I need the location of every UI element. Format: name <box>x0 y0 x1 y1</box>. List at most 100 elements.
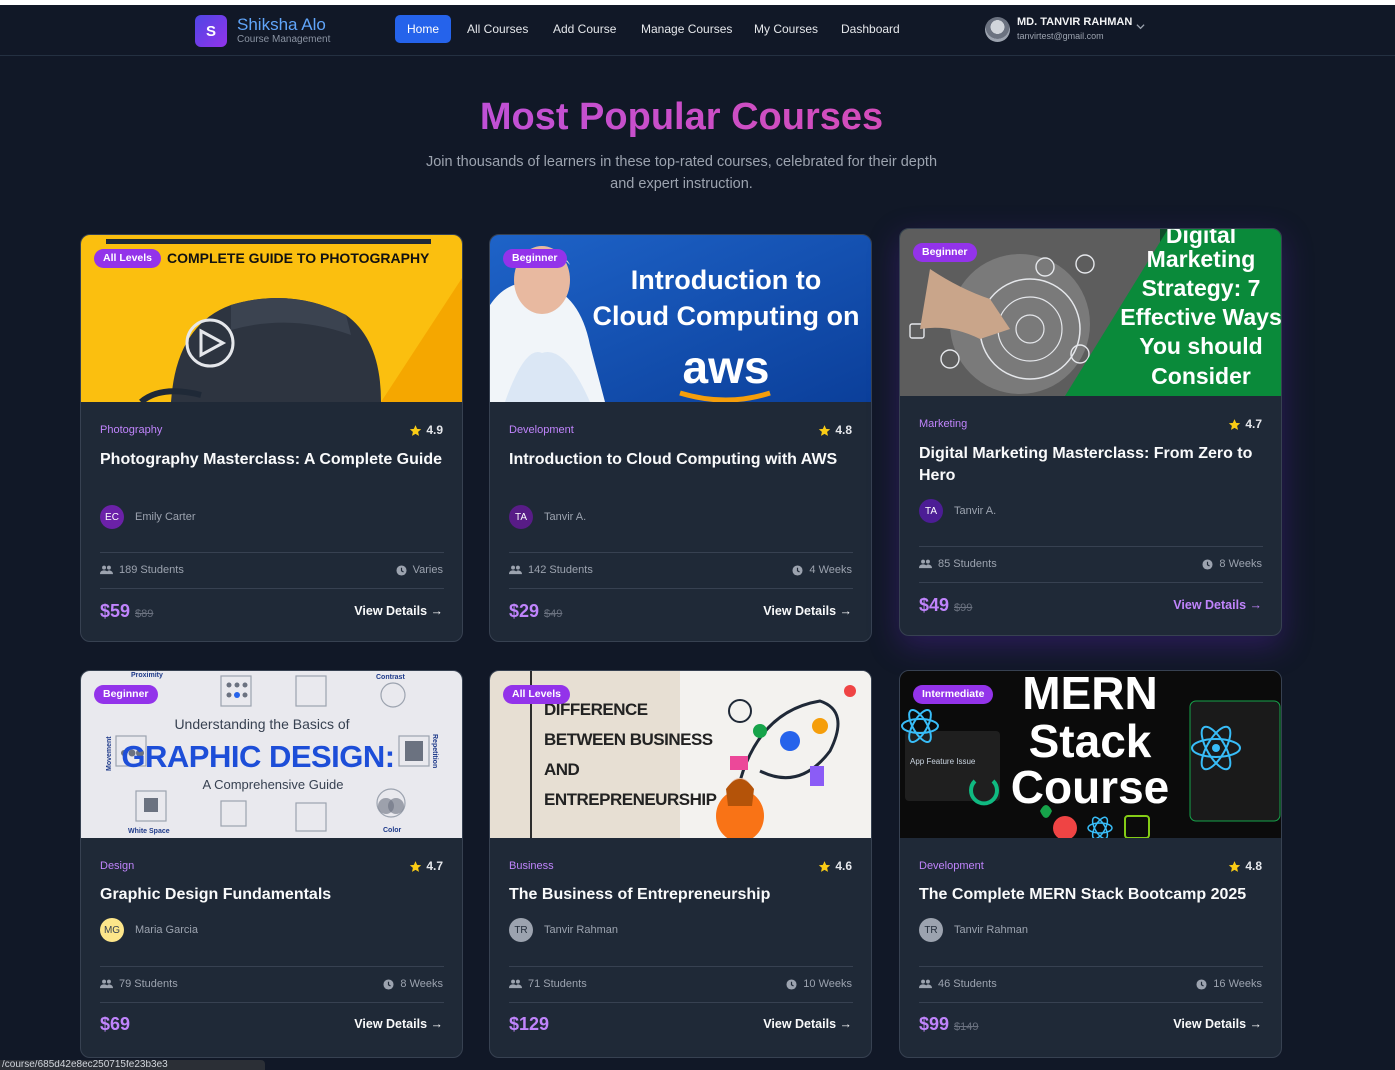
star-icon <box>819 424 831 436</box>
course-title[interactable]: The Complete MERN Stack Bootcamp 2025 <box>919 884 1264 906</box>
divider <box>509 588 853 589</box>
course-card[interactable]: Digital Marketing Strategy: 7 Effective … <box>899 228 1282 636</box>
brand-name[interactable]: Shiksha Alo <box>237 15 326 35</box>
svg-text:GRAPHIC DESIGN:: GRAPHIC DESIGN: <box>121 739 394 774</box>
divider <box>919 582 1263 583</box>
thumb-design-color: Color <box>383 827 402 834</box>
view-details-link[interactable]: View Details → <box>354 1017 443 1031</box>
course-rating: 4.6 <box>818 859 852 873</box>
students-count: 71 Students <box>509 978 587 990</box>
svg-text:COMPLETE GUIDE TO PHOTOGRAPHY: COMPLETE GUIDE TO PHOTOGRAPHY <box>167 250 430 266</box>
price-original: $99 <box>954 602 973 614</box>
thumb-mkt-l6: Consider <box>1151 363 1251 389</box>
nav-home[interactable]: Home <box>395 15 452 43</box>
nav-add-course[interactable]: Add Course <box>541 15 628 43</box>
star-icon <box>1229 860 1241 872</box>
users-icon <box>509 979 522 989</box>
svg-text:Proximity: Proximity <box>131 672 163 679</box>
thumb-design-proximity: Proximity <box>131 672 163 679</box>
chevron-down-icon[interactable] <box>1136 22 1145 31</box>
thumb-mern-l2: Stack <box>1029 715 1152 767</box>
view-details-link[interactable]: View Details → <box>1173 598 1262 612</box>
thumb-mkt-l2: Marketing <box>1147 246 1256 272</box>
course-rating: 4.8 <box>1228 859 1262 873</box>
course-card[interactable]: DIFFERENCE BETWEEN BUSINESS AND ENTREPRE… <box>489 670 872 1058</box>
thumb-mern-l3: Course <box>1011 761 1169 813</box>
students-count: 85 Students <box>919 558 997 570</box>
logo-icon[interactable]: S <box>195 15 227 47</box>
view-details-link[interactable]: View Details → <box>763 604 852 618</box>
section-title: Most Popular Courses <box>0 96 1363 139</box>
nav-manage-courses[interactable]: Manage Courses <box>629 15 744 43</box>
view-details-link[interactable]: View Details → <box>1173 1017 1262 1031</box>
svg-text:Strategy: 7: Strategy: 7 <box>1142 275 1261 301</box>
divider <box>509 966 853 967</box>
course-title[interactable]: The Business of Entrepreneurship <box>509 884 854 906</box>
course-card[interactable]: App Feature Issue MERN Stack Course Inte… <box>899 670 1282 1058</box>
divider <box>919 966 1263 967</box>
students-count: 142 Students <box>509 564 593 576</box>
instructor-avatar: TR <box>919 918 943 942</box>
divider <box>100 966 444 967</box>
user-name[interactable]: MD. TANVIR RAHMAN <box>1017 16 1132 28</box>
users-icon <box>100 979 113 989</box>
course-title[interactable]: Photography Masterclass: A Complete Guid… <box>100 449 445 471</box>
thumb-mkt-l4: Effective Ways <box>1120 304 1282 330</box>
students-label: 79 Students <box>119 978 178 990</box>
users-icon <box>919 979 932 989</box>
user-email: tanvirtest@gmail.com <box>1017 31 1104 41</box>
view-details-link[interactable]: View Details → <box>763 1017 852 1031</box>
students-count: 189 Students <box>100 564 184 576</box>
svg-text:Consider: Consider <box>1151 363 1251 389</box>
course-category: Development <box>509 424 574 436</box>
instructor-avatar: TA <box>919 499 943 523</box>
nav-dashboard[interactable]: Dashboard <box>829 15 912 43</box>
instructor-avatar: EC <box>100 505 124 529</box>
section-subtitle: Join thousands of learners in these top-… <box>425 154 938 192</box>
thumb-aws-line1: Introduction to <box>631 265 821 295</box>
thumb-mkt-l3: Strategy: 7 <box>1142 275 1261 301</box>
link-status-bar: /course/685d42e8ec250715fe23b3e3 <box>0 1060 265 1070</box>
svg-text:A Comprehensive Guide: A Comprehensive Guide <box>203 777 344 792</box>
course-card[interactable]: COMPLETE GUIDE TO PHOTOGRAPHY All Levels… <box>80 234 463 642</box>
thumb-design-top: Understanding the Basics of <box>174 716 349 732</box>
svg-text:ENTREPRENEURSHIP: ENTREPRENEURSHIP <box>544 790 717 809</box>
course-duration: 8 Weeks <box>1202 558 1262 570</box>
price-current: $99 <box>919 1014 950 1034</box>
thumb-design-movement: Movement <box>106 736 113 771</box>
duration-label: 10 Weeks <box>803 978 852 990</box>
course-duration: 8 Weeks <box>383 978 443 990</box>
divider <box>509 552 853 553</box>
clock-icon <box>396 564 407 576</box>
clock-icon <box>383 978 394 990</box>
course-duration: Varies <box>396 564 443 576</box>
instructor-name: Tanvir A. <box>954 505 997 517</box>
course-title[interactable]: Graphic Design Fundamentals <box>100 884 445 906</box>
user-avatar[interactable] <box>985 17 1010 42</box>
instructor-avatar: MG <box>100 918 124 942</box>
thumb-mern-l1: MERN <box>1022 671 1157 719</box>
users-icon <box>100 565 113 575</box>
thumb-design-sub: A Comprehensive Guide <box>203 777 344 792</box>
nav-all-courses[interactable]: All Courses <box>455 15 540 43</box>
duration-label: 16 Weeks <box>1213 978 1262 990</box>
course-title[interactable]: Introduction to Cloud Computing with AWS <box>509 449 854 471</box>
nav-my-courses[interactable]: My Courses <box>742 15 830 43</box>
star-icon <box>819 860 831 872</box>
students-label: 85 Students <box>938 558 997 570</box>
svg-text:Course: Course <box>1011 761 1169 813</box>
view-details-link[interactable]: View Details → <box>354 604 443 618</box>
rating-value: 4.9 <box>426 423 443 437</box>
thumb-biz-l4: ENTREPRENEURSHIP <box>544 790 717 809</box>
course-category: Photography <box>100 424 163 436</box>
price-current: $29 <box>509 601 540 621</box>
students-label: 71 Students <box>528 978 587 990</box>
course-card[interactable]: Introduction to Cloud Computing on aws B… <box>489 234 872 642</box>
clock-icon <box>1202 558 1213 570</box>
course-title[interactable]: Digital Marketing Masterclass: From Zero… <box>919 443 1264 487</box>
instructor-avatar: TR <box>509 918 533 942</box>
svg-text:MERN: MERN <box>1022 671 1157 719</box>
course-card[interactable]: Understanding the Basics of GRAPHIC DESI… <box>80 670 463 1058</box>
price-current: $129 <box>509 1014 550 1034</box>
students-label: 142 Students <box>528 564 593 576</box>
